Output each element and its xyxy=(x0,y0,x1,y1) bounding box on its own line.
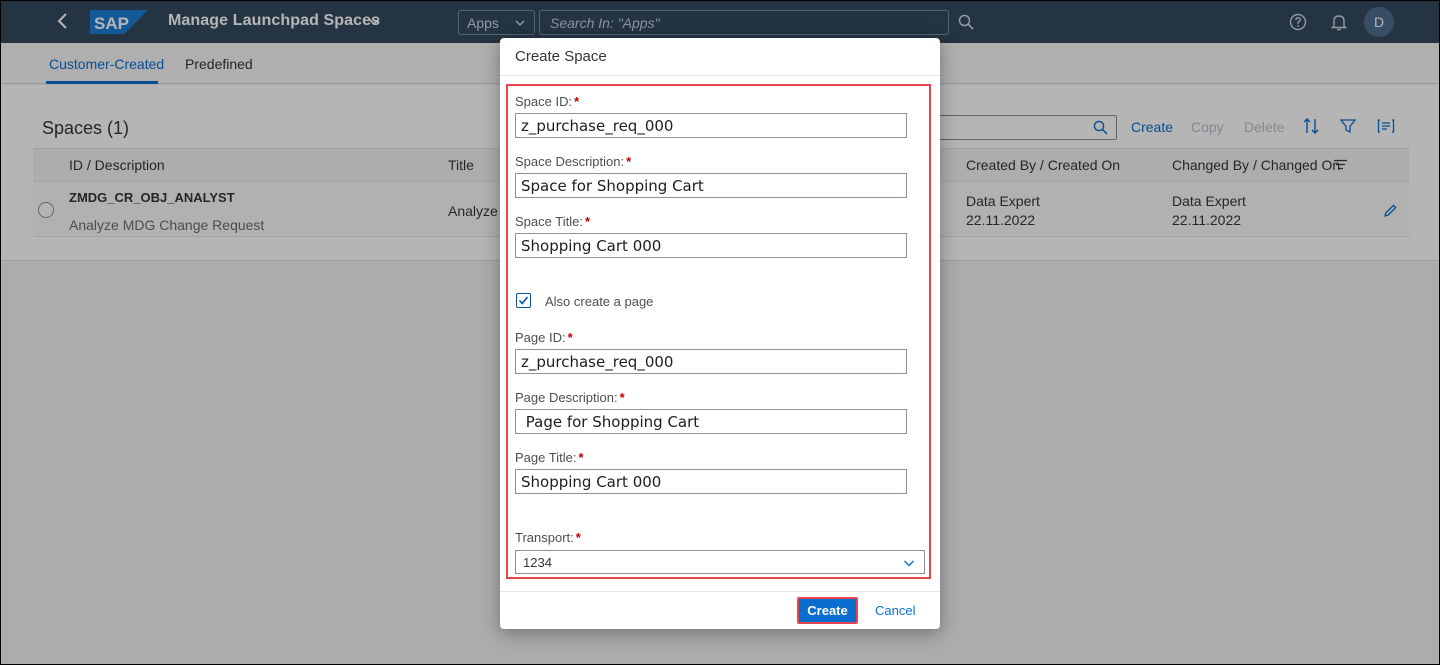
create-space-dialog: Create Space Space ID: * z_purchase_req_0… xyxy=(500,38,940,629)
space-description-label: Space Description: * xyxy=(515,154,632,169)
page-id-field[interactable]: z_purchase_req_000 xyxy=(515,349,907,374)
required-mark: * xyxy=(619,390,625,405)
transport-value: 1234 xyxy=(523,555,552,570)
cancel-button[interactable]: Cancel xyxy=(875,603,915,618)
checkmark-icon xyxy=(518,296,529,305)
also-create-page-checkbox[interactable] xyxy=(516,293,531,308)
required-mark: * xyxy=(578,450,584,465)
chevron-down-icon xyxy=(904,560,914,567)
required-mark: * xyxy=(584,214,590,229)
space-id-field[interactable]: z_purchase_req_000 xyxy=(515,113,907,138)
transport-label: Transport: * xyxy=(515,530,581,545)
space-id-label: Space ID: * xyxy=(515,94,580,109)
page-title-field[interactable]: Shopping Cart 000 xyxy=(515,469,907,494)
required-mark: * xyxy=(575,530,581,545)
dialog-header-divider xyxy=(500,75,940,76)
page-title-label: Page Title: * xyxy=(515,450,584,465)
page-description-label: Page Description: * xyxy=(515,390,625,405)
page-id-label: Page ID: * xyxy=(515,330,573,345)
required-mark: * xyxy=(574,94,580,109)
space-description-field[interactable]: Space for Shopping Cart xyxy=(515,173,907,198)
required-mark: * xyxy=(567,330,573,345)
space-title-field[interactable]: Shopping Cart 000 xyxy=(515,233,907,258)
create-button[interactable]: Create xyxy=(797,597,858,624)
also-create-page-label[interactable]: Also create a page xyxy=(545,294,653,309)
transport-select[interactable]: 1234 xyxy=(515,550,925,574)
page-description-field[interactable]: Page for Shopping Cart xyxy=(515,409,907,434)
dialog-footer-divider xyxy=(500,591,940,592)
dialog-title: Create Space xyxy=(515,48,607,65)
space-title-label: Space Title: * xyxy=(515,214,590,229)
required-mark: * xyxy=(626,154,632,169)
